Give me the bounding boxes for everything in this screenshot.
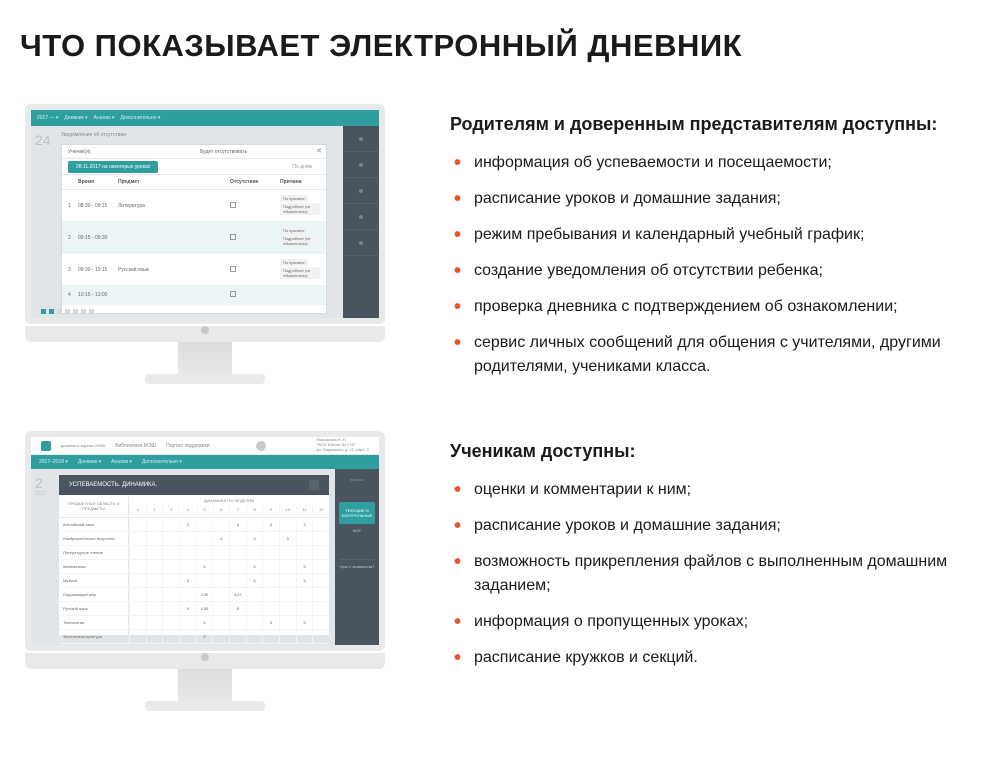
- grid-icon: [309, 480, 319, 490]
- text-col-1: Родителям и доверенным представителям до…: [450, 104, 966, 391]
- table-col-header: 1: [129, 505, 146, 514]
- list-item: расписание кружков и секций.: [450, 646, 966, 670]
- s2-side-btn1: ТЕКУЩИЕ И КОНТРОЛЬНЫЕ: [339, 502, 375, 524]
- s1-year: 2017 — ▾: [37, 115, 58, 121]
- s2-rowhead: ПРЕДМЕТНАЯ ОБЛАСТЬ И ПРЕДМЕТЫ: [59, 495, 129, 517]
- s2-menu1: Дневник ▾: [78, 459, 101, 465]
- section2-heading: Ученикам доступны:: [450, 441, 966, 462]
- table-col-header: 9: [262, 505, 279, 514]
- s2-side-btn2: ВСЕ: [339, 528, 375, 533]
- table-row: 209:15 - 09:30По причинеПодробнее (не об…: [62, 222, 326, 254]
- list-item: проверка дневника с подтверждением об оз…: [450, 295, 966, 319]
- s2-side-btn3: Урок с экзаменом?: [339, 559, 375, 569]
- table-col-header: 10: [279, 505, 296, 514]
- s1-footer-dots: [41, 309, 94, 314]
- s1-popup: ✕ Ученик(и) Будет отсутствовать 28.11.20…: [61, 144, 327, 314]
- s1-body: 24 Уведомление об отсутствии ✕ Ученик(и)…: [31, 126, 343, 318]
- list-item: возможность прикрепления файлов с выполн…: [450, 550, 966, 598]
- table-row: Музыка555: [59, 574, 329, 588]
- section-students: дневник и журнал МЭШ Библиотека МЭШ Порт…: [20, 431, 966, 711]
- monitor-1: 2017 — ▾ Дневник ▾ Анализ ▾ Дополнительн…: [25, 104, 385, 384]
- table-col-header: 6: [212, 505, 229, 514]
- s1-popup-header-left: Ученик(и): [62, 145, 194, 158]
- table-row: Технология555: [59, 616, 329, 630]
- table-row: 309:30 - 10:15Русский языкПо причинеПодр…: [62, 254, 326, 286]
- s2-body: 2 2017 УСПЕВАЕМОСТЬ. ДИНАМИКА. ПРЕДМЕТНА…: [31, 469, 335, 645]
- close-icon: ✕: [316, 147, 322, 155]
- s1-tab-other: По дням: [284, 161, 320, 173]
- logo-icon: [41, 441, 51, 451]
- s1-popup-header-right: Будет отсутствовать: [194, 145, 326, 158]
- s1-big-number: 24: [35, 132, 51, 148]
- monitor-screen-2: дневник и журнал МЭШ Библиотека МЭШ Порт…: [25, 431, 385, 651]
- s2-menu3: Дополнительно ▾: [142, 459, 182, 465]
- table-row: 410:15 - 13:00: [62, 286, 326, 305]
- table-row: Окружающий мир4,554,57: [59, 588, 329, 602]
- monitor-screen-1: 2017 — ▾ Дневник ▾ Анализ ▾ Дополнительн…: [25, 104, 385, 324]
- table-row: Физическая культура5: [59, 630, 329, 644]
- list-item: расписание уроков и домашние задания;: [450, 514, 966, 538]
- s2-big-year: 2017: [35, 491, 46, 497]
- s1-menu1: Дневник ▾: [64, 115, 87, 121]
- table-row: Литературное чтение: [59, 546, 329, 560]
- s2-toplink1: Библиотека МЭШ: [115, 443, 156, 449]
- s1-menu3: Дополнительно ▾: [120, 115, 160, 121]
- s2-logo-text: дневник и журнал МЭШ: [61, 444, 105, 448]
- table-col-header: 2: [146, 505, 163, 514]
- s2-menu2: Анализ ▾: [111, 459, 132, 465]
- table-row: Английский язык3553: [59, 518, 329, 532]
- s2-user-address: ул. Барышиха, д. 21, корп. 2: [317, 448, 369, 453]
- table-col-header: 7: [229, 505, 246, 514]
- s1-sidebar: [343, 126, 379, 318]
- page-title: ЧТО ПОКАЗЫВАЕТ ЭЛЕКТРОННЫЙ ДНЕВНИК: [20, 28, 966, 64]
- monitor-2: дневник и журнал МЭШ Библиотека МЭШ Порт…: [25, 431, 385, 711]
- section1-heading: Родителям и доверенным представителям до…: [450, 114, 966, 135]
- table-row: 108:30 - 09:15ЛитератураПо причинеПодроб…: [62, 190, 326, 222]
- table-col-header: 8: [246, 505, 263, 514]
- table-col-header: 11: [296, 505, 313, 514]
- s2-toplink2: Портал поддержки: [166, 443, 209, 449]
- list-item: оценки и комментарии к ним;: [450, 478, 966, 502]
- list-item: информация о пропущенных уроках;: [450, 610, 966, 634]
- section-parents: 2017 — ▾ Дневник ▾ Анализ ▾ Дополнительн…: [20, 104, 966, 391]
- table-row: Русский язык44,555: [59, 602, 329, 616]
- section2-list: оценки и комментарии к ним; расписание ур…: [450, 478, 966, 670]
- list-item: сервис личных сообщений для общения с уч…: [450, 331, 966, 379]
- s1-col-absent: Отсутствие: [230, 179, 280, 185]
- s2-menu-year: 2017–2018 ▾: [39, 459, 68, 465]
- s1-menu2: Анализ ▾: [94, 115, 115, 121]
- table-col-header: 12: [312, 505, 329, 514]
- table-row: Изобразительное искусство455: [59, 532, 329, 546]
- table-col-header: 3: [162, 505, 179, 514]
- s1-col-subject: Предмет: [118, 179, 230, 185]
- table-col-header: 5: [196, 505, 213, 514]
- s2-panel-title: УСПЕВАЕМОСТЬ. ДИНАМИКА.: [69, 482, 157, 488]
- s2-table: ПРЕДМЕТНАЯ ОБЛАСТЬ И ПРЕДМЕТЫ ДИНАМИКА П…: [59, 495, 329, 635]
- text-col-2: Ученикам доступны: оценки и комментарии …: [450, 431, 966, 682]
- table-col-header: 4: [179, 505, 196, 514]
- list-item: создание уведомления об отсутствии ребен…: [450, 259, 966, 283]
- s2-sidebar: Классы ТЕКУЩИЕ И КОНТРОЛЬНЫЕ ВСЕ Урок с …: [335, 469, 379, 645]
- s2-side-label: Классы: [339, 477, 375, 482]
- list-item: расписание уроков и домашние задания;: [450, 187, 966, 211]
- s2-big-number: 2: [35, 475, 46, 491]
- section1-list: информация об успеваемости и посещаемост…: [450, 151, 966, 379]
- s1-tab-active: 28.11.2017 на некоторых уроках: [68, 161, 158, 173]
- s1-col-time: Время: [78, 179, 118, 185]
- list-item: информация об успеваемости и посещаемост…: [450, 151, 966, 175]
- monitor-col-1: 2017 — ▾ Дневник ▾ Анализ ▾ Дополнительн…: [20, 104, 390, 384]
- list-item: режим пребывания и календарный учебный г…: [450, 223, 966, 247]
- table-row: Математика555: [59, 560, 329, 574]
- avatar-icon: [256, 441, 266, 451]
- s2-colhead: ДИНАМИКА ПО НЕДЕЛЯМ: [129, 498, 329, 503]
- s1-col-reason: Причина: [280, 179, 320, 185]
- s1-page-caption: Уведомление об отсутствии: [61, 132, 337, 138]
- monitor-col-2: дневник и журнал МЭШ Библиотека МЭШ Порт…: [20, 431, 390, 711]
